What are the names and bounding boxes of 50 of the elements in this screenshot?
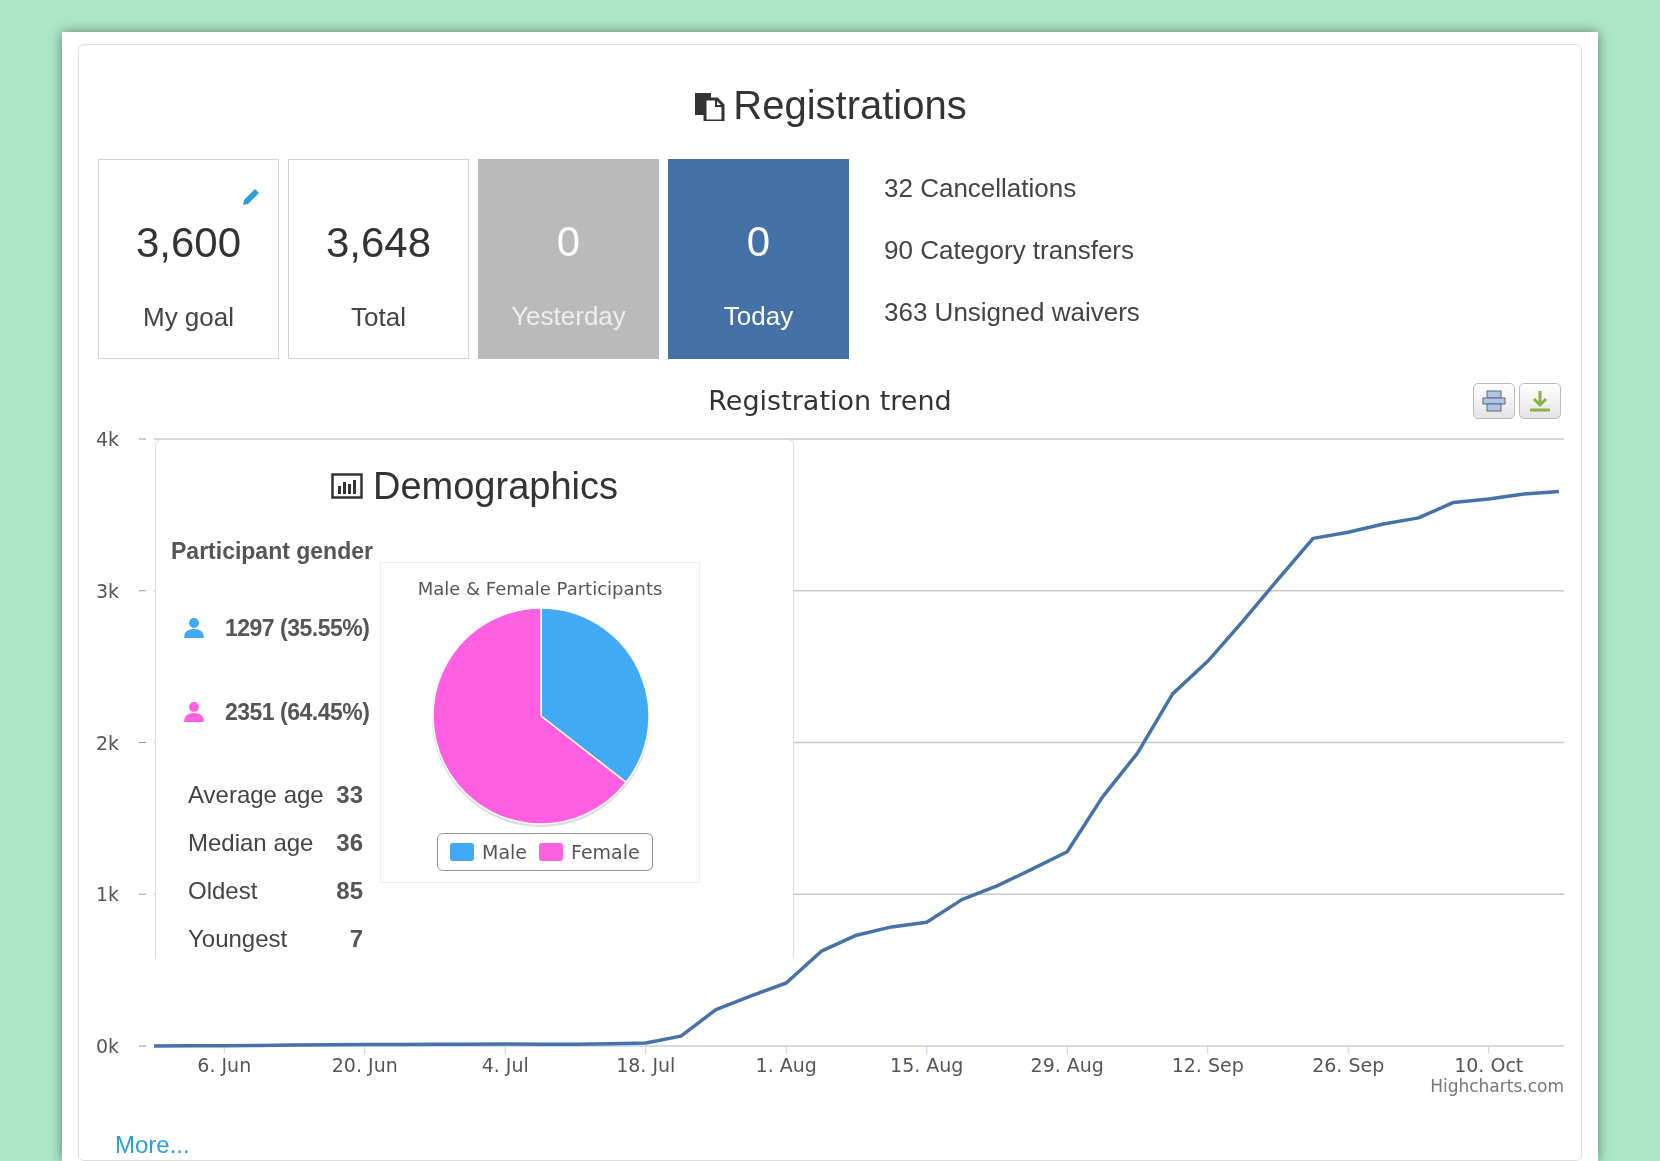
stat-value: 3,648 (325, 222, 432, 264)
legend-label: Female (571, 839, 640, 865)
stat-text: 32 Cancellations (884, 175, 1078, 201)
axis-label: 1. Aug (755, 1054, 817, 1076)
axis-label: 4k (95, 428, 119, 450)
print-button[interactable] (1473, 383, 1515, 419)
section-heading: Participant gender (171, 537, 374, 566)
axis-label: 6. Jun (197, 1054, 252, 1076)
axis-label: 29. Aug (1030, 1054, 1104, 1076)
pencil-icon[interactable] (240, 186, 262, 208)
axis-label: 26. Sep (1312, 1054, 1385, 1076)
download-button[interactable] (1519, 383, 1561, 419)
axis-label: 0k (95, 1035, 119, 1057)
chart-title: Registration trend (708, 383, 952, 418)
chart-title: Male & Female Participants (416, 577, 664, 601)
bar-chart-icon (331, 473, 363, 499)
stat-value: 85 (336, 875, 363, 906)
stat-text: 90 Category transfers (884, 237, 1135, 263)
more-link[interactable]: More... (115, 1127, 190, 1161)
stat-label: Average age (188, 779, 324, 810)
download-icon (1528, 390, 1552, 412)
stat-text: 363 Unsigned waivers (884, 299, 1140, 325)
axis-label: 10. Oct (1454, 1054, 1524, 1076)
page-title: Registrations (733, 81, 967, 129)
stat-value: 0 (556, 221, 581, 263)
axis-label: 18. Jul (616, 1054, 676, 1076)
stat-label: Today (723, 303, 794, 329)
stat-label: Oldest (188, 875, 258, 906)
stat-label: Median age (188, 827, 314, 858)
stat-label: Youngest (188, 923, 288, 954)
legend-label: Male (482, 839, 527, 865)
axis-label: 4. Jul (481, 1054, 529, 1076)
stat-label: My goal (142, 304, 234, 330)
axis-label: 15. Aug (890, 1054, 964, 1076)
stat-value: 36 (336, 827, 363, 858)
axis-label: 20. Jun (331, 1054, 398, 1076)
stat-value: 33 (336, 779, 363, 810)
stat-value: 7 (349, 923, 363, 954)
axis-label: 12. Sep (1171, 1054, 1244, 1076)
axis-label: 2k (95, 731, 119, 754)
gender-count: 2351 (64.45%) (225, 698, 370, 727)
stat-value: 3,600 (135, 222, 242, 264)
axis-label: 1k (95, 883, 119, 906)
print-icon (1482, 390, 1506, 412)
stat-label: Total (351, 304, 406, 330)
stat-value: 0 (746, 221, 771, 263)
panel-title: Demographics (373, 463, 618, 509)
credit-text: Highcharts.com (1430, 1076, 1564, 1096)
gender-count: 1297 (35.55%) (225, 613, 370, 643)
axis-label: 3k (95, 579, 119, 602)
